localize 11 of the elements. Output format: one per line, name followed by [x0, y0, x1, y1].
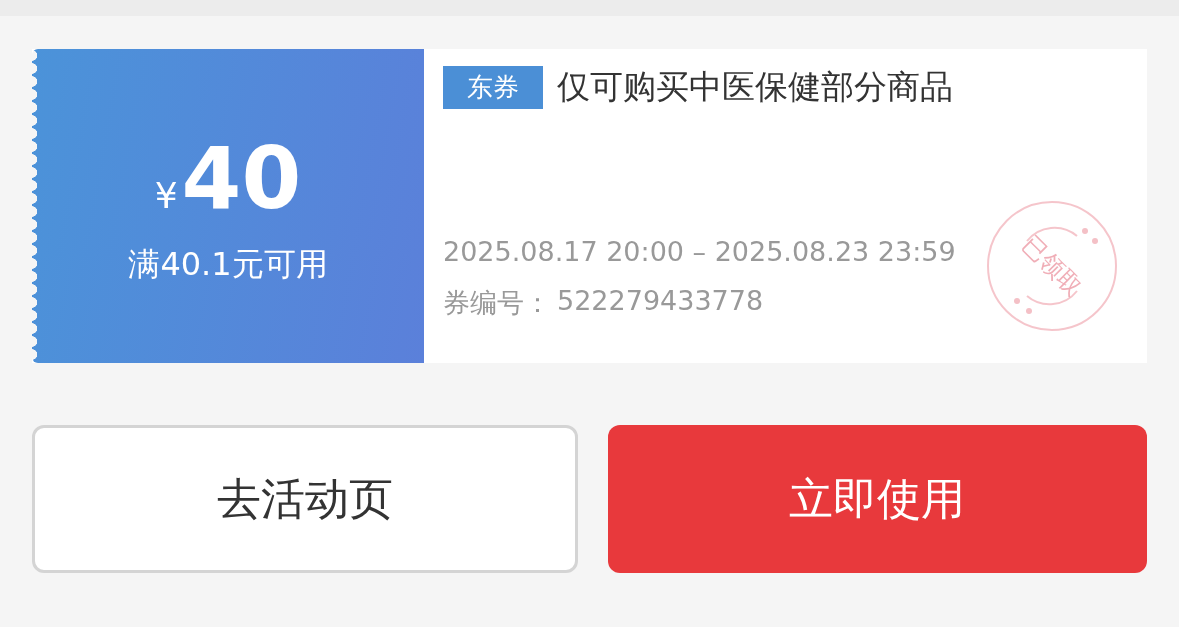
coupon-code: 522279433778: [557, 285, 764, 318]
use-now-button[interactable]: 立即使用: [607, 425, 1147, 573]
coupon-amount: 40: [181, 135, 302, 221]
coupon-title: 仅可购买中医保健部分商品: [557, 66, 953, 108]
coupon-tag: 东券: [443, 66, 543, 109]
stamp-text: 已领取: [1015, 229, 1089, 303]
activity-page-button[interactable]: 去活动页: [32, 425, 578, 573]
currency-symbol: ¥: [154, 175, 178, 216]
code-label: 券编号：: [443, 286, 551, 320]
validity-period: 2025.08.17 20:00 – 2025.08.23 23:59: [443, 236, 956, 267]
usage-condition: 满40.1元可用: [128, 244, 328, 285]
